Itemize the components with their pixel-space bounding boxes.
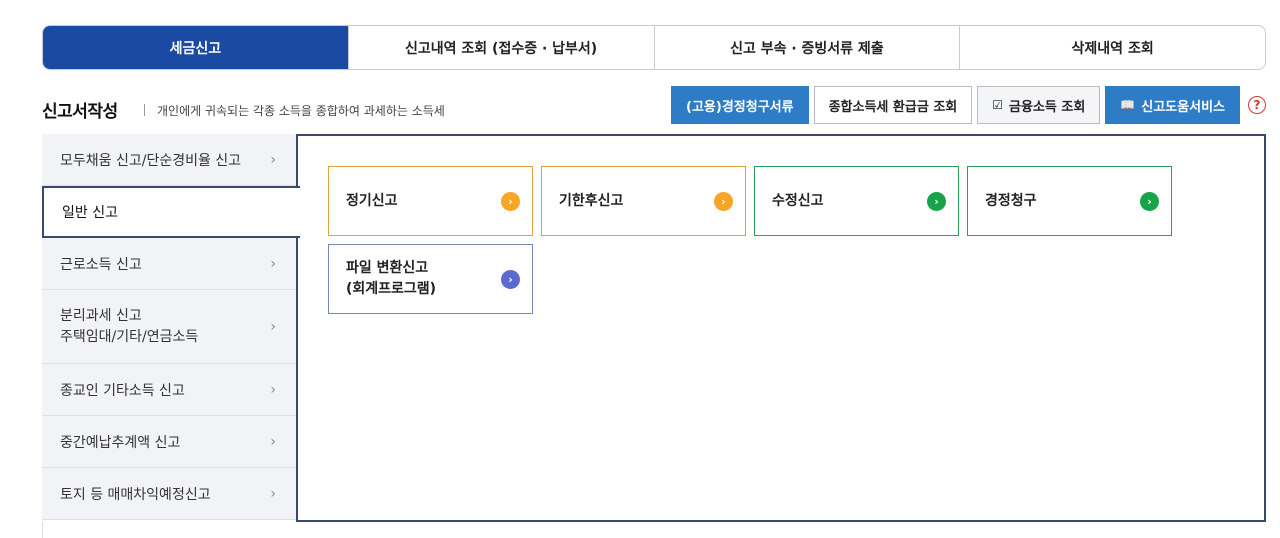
side-item-land-sale[interactable]: 토지 등 매매차익예정신고 › [42, 468, 298, 520]
section-title: 신고서작성 [42, 102, 118, 122]
side-item-label: 일반 신고 [62, 205, 118, 221]
correction-docs-button[interactable]: (고용)경정청구서류 [671, 86, 809, 124]
card-amended-filing[interactable]: 수정신고 › [754, 166, 959, 236]
side-item-label: 토지 등 매매차익예정신고 [60, 486, 211, 503]
card-late-filing[interactable]: 기한후신고 › [541, 166, 746, 236]
side-item-simple-filing[interactable]: 모두채움 신고/단순경비율 신고 › [42, 134, 298, 186]
top-tabs: 세금신고 신고내역 조회 (접수증 · 납부서) 신고 부속 · 증빙서류 제출… [42, 25, 1266, 70]
chevron-right-icon: › [270, 318, 276, 335]
tab-deleted-history[interactable]: 삭제내역 조회 [959, 26, 1265, 69]
section-description: 개인에게 귀속되는 각종 소득을 종합하여 과세하는 소득세 [157, 104, 445, 118]
card-label: 경정청구 [985, 192, 1037, 209]
checkbox-edit-icon: ☑ [992, 98, 1004, 112]
side-item-separate-taxation[interactable]: 분리과세 신고 주택임대/기타/연금소득 › [42, 290, 298, 364]
card-correction-claim[interactable]: 경정청구 › [967, 166, 1172, 236]
card-regular-filing[interactable]: 정기신고 › [328, 166, 533, 236]
chevron-right-circle-icon: › [501, 269, 520, 289]
chevron-right-icon: › [270, 151, 276, 168]
chevron-right-icon: › [270, 433, 276, 450]
card-label: 정기신고 [346, 192, 398, 209]
side-item-label: 근로소득 신고 [60, 256, 142, 273]
financial-income-label: 금융소득 조회 [1009, 99, 1086, 115]
side-item-label: 분리과세 신고 주택임대/기타/연금소득 [60, 307, 199, 345]
side-item-label: 종교인 기타소득 신고 [60, 382, 185, 399]
card-label: 수정신고 [772, 192, 824, 209]
refund-inquiry-button[interactable]: 종합소득세 환급금 조회 [813, 86, 973, 124]
tab-tax-filing[interactable]: 세금신고 [43, 26, 348, 69]
financial-income-button[interactable]: ☑ 금융소득 조회 [977, 86, 1101, 124]
side-item-religious-income[interactable]: 종교인 기타소득 신고 › [42, 364, 298, 416]
side-item-general-filing[interactable]: 일반 신고 [42, 186, 300, 238]
chevron-right-icon: › [270, 381, 276, 398]
book-icon: 📖 [1120, 98, 1136, 112]
filing-type-panel: 정기신고 › 기한후신고 › 수정신고 › 경정청구 › 파일 변환신고 (회계… [296, 134, 1266, 522]
divider [42, 522, 43, 538]
chevron-right-circle-icon: › [1140, 191, 1159, 211]
side-item-interim-prepayment[interactable]: 중간예납추계액 신고 › [42, 416, 298, 468]
card-label: 파일 변환신고 (회계프로그램) [346, 260, 437, 297]
header-button-group: (고용)경정청구서류 종합소득세 환급금 조회 ☑ 금융소득 조회 📖 신고도움… [666, 86, 1266, 124]
chevron-right-circle-icon: › [501, 191, 520, 211]
card-file-conversion[interactable]: 파일 변환신고 (회계프로그램) › [328, 244, 533, 314]
side-item-earned-income[interactable]: 근로소득 신고 › [42, 238, 298, 290]
chevron-right-icon: › [270, 485, 276, 502]
title-divider [144, 104, 145, 116]
help-service-label: 신고도움서비스 [1141, 99, 1225, 115]
correction-docs-label: (고용)경정청구서류 [686, 99, 794, 115]
chevron-right-circle-icon: › [714, 191, 733, 211]
side-item-label: 모두채움 신고/단순경비율 신고 [60, 152, 242, 169]
side-item-label: 중간예납추계액 신고 [60, 434, 181, 451]
chevron-right-circle-icon: › [927, 191, 946, 211]
help-service-button[interactable]: 📖 신고도움서비스 [1105, 86, 1240, 124]
refund-inquiry-label: 종합소득세 환급금 조회 [828, 99, 958, 115]
chevron-right-icon: › [270, 255, 276, 272]
side-menu: 모두채움 신고/단순경비율 신고 › 일반 신고 근로소득 신고 › 분리과세 … [42, 134, 300, 520]
tab-filing-history[interactable]: 신고내역 조회 (접수증 · 납부서) [347, 26, 654, 69]
help-icon[interactable]: ? [1248, 96, 1266, 114]
card-label: 기한후신고 [559, 192, 624, 209]
tab-attachment-submit[interactable]: 신고 부속 · 증빙서류 제출 [653, 26, 960, 69]
